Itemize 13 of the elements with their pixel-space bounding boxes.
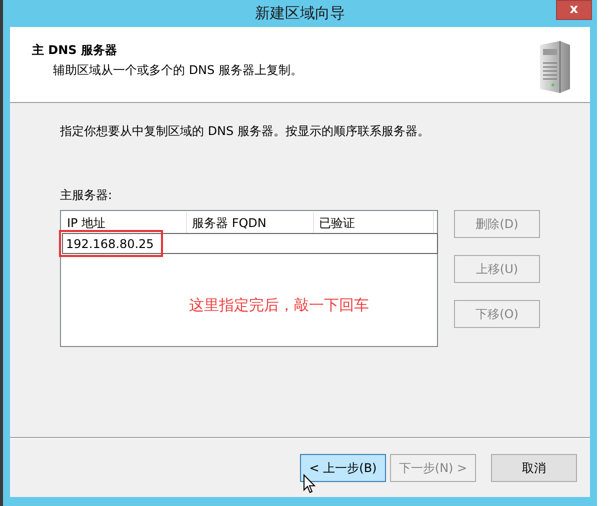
page-subtitle: 辅助区域从一个或多个的 DNS 服务器上复制。 xyxy=(52,62,302,79)
dialog-button[interactable]: 取消 xyxy=(491,454,577,482)
close-button[interactable]: x xyxy=(556,0,592,20)
list-label: 主服务器: xyxy=(60,187,114,204)
dialog-button[interactable]: < 上一步(B) xyxy=(300,454,386,482)
server-list[interactable]: IP 地址 服务器 FQDN 已验证 192.168.80.25 这里指定完后，敲一下回车 xyxy=(60,210,438,347)
annotation-text: 这里指定完后，敲一下回车 xyxy=(188,295,370,316)
window-title: 新建区域向导 xyxy=(255,3,345,24)
cursor-icon xyxy=(303,474,316,494)
instruction-text: 指定你想要从中复制区域的 DNS 服务器。按显示的顺序联系服务器。 xyxy=(60,123,430,140)
server-icon xyxy=(538,41,572,93)
page-title: 主 DNS 服务器 xyxy=(32,42,118,59)
ip-address-field[interactable]: 192.168.80.25 xyxy=(62,233,438,254)
